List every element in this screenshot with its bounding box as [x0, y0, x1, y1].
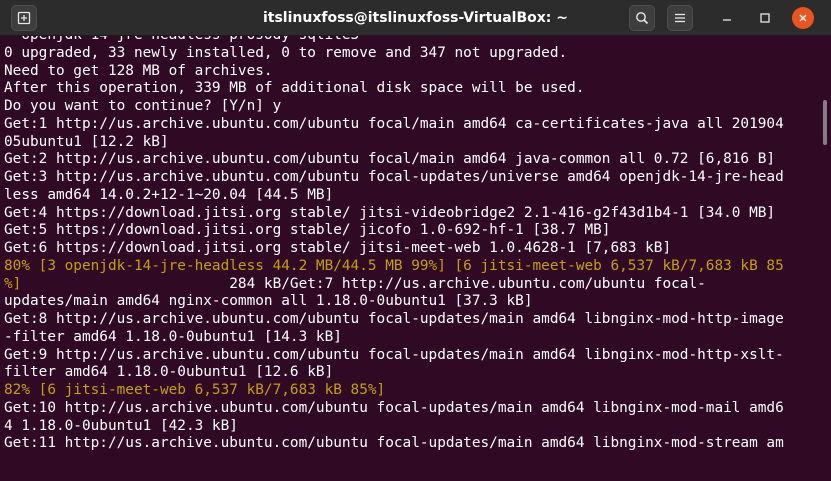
output-text: -filter amd64 1.18.0-0ubuntu1 [14.3 kB] — [4, 328, 342, 345]
terminal-line: openjdk-14-jre-headless prosody sqlite3 — [4, 36, 817, 45]
terminal-line: 80% [3 openjdk-14-jre-headless 44.2 MB/4… — [4, 258, 817, 276]
output-text: Get:11 http://us.archive.ubuntu.com/ubun… — [4, 435, 784, 452]
terminal-line: 82% [6 jitsi-meet-web 6,537 kB/7,683 kB … — [4, 382, 817, 400]
output-text: Get:5 https://download.jitsi.org stable/… — [4, 222, 611, 239]
output-text: openjdk-14-jre-headless prosody sqlite3 — [4, 36, 359, 43]
output-text: Need to get 128 MB of archives. — [4, 62, 273, 79]
terminal-line: Need to get 128 MB of archives. — [4, 63, 817, 81]
terminal-line: %] 284 kB/Get:7 http://us.archive.ubuntu… — [4, 276, 817, 294]
output-text: 0 upgraded, 33 newly installed, 0 to rem… — [4, 44, 568, 61]
terminal-line: 05ubuntu1 [12.2 kB] — [4, 134, 817, 152]
terminal-window: itslinuxfoss@itslinuxfoss-VirtualBox: ~ — [0, 0, 831, 481]
maximize-button[interactable] — [752, 5, 778, 31]
output-text: Get:6 https://download.jitsi.org stable/… — [4, 240, 672, 256]
minimize-button[interactable] — [714, 5, 740, 31]
scrollbar-thumb[interactable] — [823, 100, 827, 145]
terminal-line: less amd64 14.0.2+12-1~20.04 [44.5 MB] — [4, 187, 817, 205]
terminal-line: -filter amd64 1.18.0-0ubuntu1 [14.3 kB] — [4, 329, 817, 347]
maximize-icon — [760, 13, 770, 23]
output-text: Get:10 http://us.archive.ubuntu.com/ubun… — [4, 399, 784, 416]
terminal-line: Get:9 http://us.archive.ubuntu.com/ubunt… — [4, 347, 817, 365]
terminal-line: Do you want to continue? [Y/n] y — [4, 98, 817, 116]
terminal-line: updates/main amd64 nginx-common all 1.18… — [4, 293, 817, 311]
terminal-line: Get:8 http://us.archive.ubuntu.com/ubunt… — [4, 311, 817, 329]
window-title: itslinuxfoss@itslinuxfoss-VirtualBox: ~ — [262, 10, 569, 26]
progress-text: 82% [6 jitsi-meet-web 6,537 kB/7,683 kB … — [4, 382, 386, 398]
progress-text: 80% [3 openjdk-14-jre-headless 44.2 MB/4… — [4, 257, 784, 274]
terminal-line: Get:1 http://us.archive.ubuntu.com/ubunt… — [4, 116, 817, 134]
terminal-line: Get:11 http://us.archive.ubuntu.com/ubun… — [4, 435, 817, 453]
close-icon — [799, 14, 807, 22]
minimize-icon — [723, 19, 731, 21]
search-button[interactable] — [629, 5, 655, 31]
close-button[interactable] — [792, 7, 814, 29]
terminal-output[interactable]: openjdk-14-jre-headless prosody sqlite30… — [4, 36, 817, 481]
output-text: Get:2 http://us.archive.ubuntu.com/ubunt… — [4, 151, 776, 168]
terminal-line: Get:3 http://us.archive.ubuntu.com/ubunt… — [4, 169, 817, 187]
terminal-line: Get:10 http://us.archive.ubuntu.com/ubun… — [4, 400, 817, 418]
output-text: 4 1.18.0-0ubuntu1 [42.3 kB] — [4, 417, 238, 434]
output-text: Get:8 http://us.archive.ubuntu.com/ubunt… — [4, 311, 784, 327]
output-text: 284 kB/Get:7 http://us.archive.ubuntu.co… — [21, 275, 706, 292]
progress-text: %] — [4, 275, 22, 292]
menu-button[interactable] — [667, 5, 693, 31]
output-text: After this operation, 339 MB of addition… — [4, 80, 585, 97]
terminal-line: Get:6 https://download.jitsi.org stable/… — [4, 240, 817, 258]
output-text: Get:4 https://download.jitsi.org stable/… — [4, 204, 776, 221]
output-text: 05ubuntu1 [12.2 kB] — [4, 133, 169, 150]
output-text: Get:9 http://us.archive.ubuntu.com/ubunt… — [4, 346, 784, 363]
title-bar[interactable]: itslinuxfoss@itslinuxfoss-VirtualBox: ~ — [0, 0, 831, 36]
output-text: filter amd64 1.18.0-0ubuntu1 [12.6 kB] — [4, 364, 334, 381]
output-text: updates/main amd64 nginx-common all 1.18… — [4, 293, 533, 310]
output-text: Get:3 http://us.archive.ubuntu.com/ubunt… — [4, 169, 784, 185]
terminal-line: 4 1.18.0-0ubuntu1 [42.3 kB] — [4, 418, 817, 436]
hamburger-menu-icon — [675, 13, 685, 23]
terminal-line: 0 upgraded, 33 newly installed, 0 to rem… — [4, 45, 817, 63]
terminal-line: filter amd64 1.18.0-0ubuntu1 [12.6 kB] — [4, 364, 817, 382]
terminal-line: After this operation, 339 MB of addition… — [4, 80, 817, 98]
terminal-line: Get:5 https://download.jitsi.org stable/… — [4, 222, 817, 240]
search-icon — [636, 12, 649, 25]
output-text: Do you want to continue? [Y/n] y — [4, 98, 282, 114]
terminal-line: Get:4 https://download.jitsi.org stable/… — [4, 205, 817, 223]
output-text: Get:1 http://us.archive.ubuntu.com/ubunt… — [4, 115, 784, 132]
terminal-line: Get:2 http://us.archive.ubuntu.com/ubunt… — [4, 151, 817, 169]
output-text: less amd64 14.0.2+12-1~20.04 [44.5 MB] — [4, 186, 334, 203]
